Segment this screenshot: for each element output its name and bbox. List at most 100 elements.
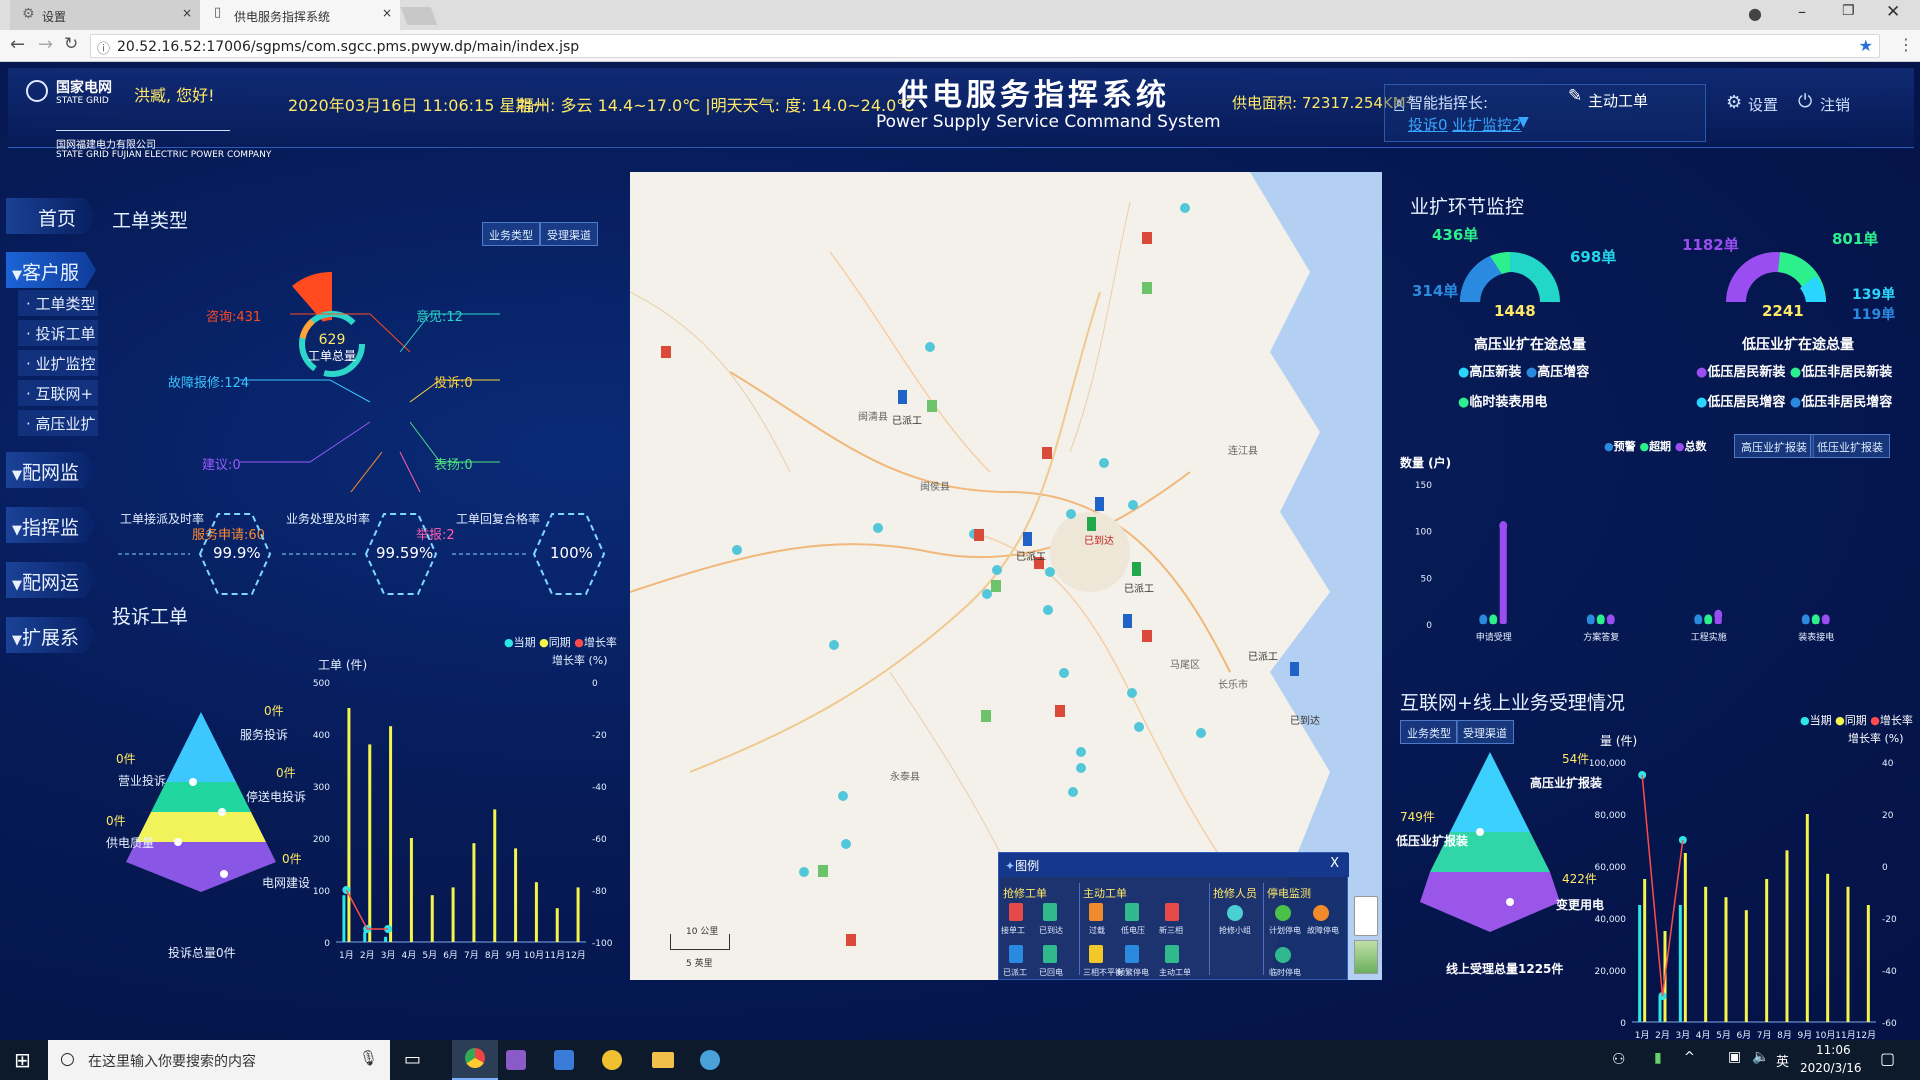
x-tick-label: 3月 bbox=[1675, 1030, 1690, 1040]
internet-channel-button[interactable]: 受理渠道 bbox=[1456, 720, 1514, 744]
task-view-icon[interactable]: ▭ bbox=[404, 1049, 421, 1070]
nav-home[interactable]: 首页 bbox=[6, 198, 96, 234]
legend-icon-active-2 bbox=[1125, 903, 1139, 921]
tab-settings[interactable]: ⚙ 设置 × bbox=[10, 0, 200, 30]
ime-indicator[interactable]: 英 bbox=[1776, 1051, 1789, 1070]
app-icon-2[interactable] bbox=[554, 1050, 574, 1070]
profile-icon[interactable]: ● bbox=[1748, 4, 1762, 23]
business-type-button[interactable]: 业务类型 bbox=[482, 222, 540, 246]
growth-point bbox=[342, 886, 351, 894]
info-icon: ⓘ bbox=[97, 42, 111, 57]
close-icon[interactable]: × bbox=[382, 6, 392, 20]
legend-group-active: 主动工单 bbox=[1083, 887, 1127, 900]
map-legend: ✦图例 X 抢修工单 主动工单 抢修人员 停电监测 接单工 已到达 已派工 已回… bbox=[998, 852, 1349, 980]
close-icon[interactable]: × bbox=[182, 6, 192, 20]
expand-monitor-link[interactable]: 业扩监控2 bbox=[1452, 114, 1522, 135]
notification-icon[interactable]: ▢ bbox=[1880, 1049, 1895, 1068]
legend-dot: ● bbox=[1696, 365, 1708, 380]
volume-icon[interactable]: 🔈 bbox=[1752, 1049, 1769, 1065]
stage-bar-cap bbox=[1811, 614, 1820, 625]
stage-bar-cap bbox=[1606, 614, 1615, 625]
stage-label: 工程实施 bbox=[1691, 631, 1727, 643]
close-window-icon[interactable]: ✕ bbox=[1886, 2, 1900, 22]
x-tick-label: 12月 bbox=[1856, 1030, 1876, 1040]
high-legend: ●高压新装 ●高压增容 ●临时装表用电 bbox=[1458, 358, 1678, 418]
maximize-icon[interactable]: ❐ bbox=[1842, 3, 1855, 19]
logout-button[interactable]: 注销 bbox=[1820, 94, 1850, 115]
microphone-icon[interactable]: 🎙 bbox=[359, 1049, 378, 1067]
y-tick-label: 300 bbox=[313, 783, 330, 793]
nav-sub-internet[interactable]: · 互联网+ bbox=[18, 380, 98, 406]
nav-label: 首页 bbox=[38, 208, 77, 230]
legend-item-active-1: 过载 bbox=[1089, 926, 1105, 935]
map-label-minqing: 闽清县 bbox=[858, 412, 888, 423]
back-icon[interactable]: ← bbox=[10, 34, 25, 55]
legend-current: 当期 bbox=[513, 636, 536, 649]
url-input[interactable]: ⓘ 20.52.16.52:17006/sgpms/com.sgcc.pms.pw… bbox=[90, 34, 1880, 58]
map-legend-close[interactable]: X bbox=[1330, 856, 1339, 871]
nav-distribution-ops[interactable]: ▼配网运营 bbox=[6, 562, 96, 598]
map-layer-switch[interactable] bbox=[1354, 940, 1378, 974]
active-order-button[interactable]: 主动工单 bbox=[1588, 90, 1648, 111]
minimize-icon[interactable]: – bbox=[1798, 2, 1806, 21]
new-tab-button[interactable] bbox=[400, 7, 438, 25]
y-tick-label: 40,000 bbox=[1595, 915, 1627, 925]
bar-prior bbox=[472, 843, 476, 942]
legend-icon-active-5 bbox=[1125, 945, 1139, 963]
map-legend-title: 图例 bbox=[1015, 859, 1040, 873]
map-panel[interactable]: 闽清县 已派工 已派工 已到达 已派工 闽侯县 连江县 永泰县 马尾区 长乐市 … bbox=[630, 172, 1382, 980]
app-icon-4[interactable] bbox=[700, 1050, 720, 1070]
tab-command-system[interactable]: ▯ 供电服务指挥系统 × bbox=[200, 0, 400, 30]
nav-distribution-monitor[interactable]: ▼配网监测 bbox=[6, 452, 96, 488]
low-expand-button[interactable]: 低压业扩报装 bbox=[1810, 434, 1890, 458]
chrome-taskbar-icon[interactable] bbox=[452, 1040, 498, 1080]
complaint-link[interactable]: 投诉0 bbox=[1408, 114, 1448, 135]
bar-prior bbox=[493, 809, 497, 942]
y-tick-label: 60,000 bbox=[1595, 863, 1627, 873]
settings-button[interactable]: 设置 bbox=[1748, 94, 1778, 115]
nav-sub-expand-monitor[interactable]: · 业扩监控 bbox=[18, 350, 98, 376]
nav-sub-complaint[interactable]: · 投诉工单 bbox=[18, 320, 98, 346]
power-icon[interactable]: ⏻ bbox=[1798, 91, 1812, 112]
legend-icon-repair-3 bbox=[1009, 945, 1023, 963]
taskbar-search[interactable]: ○ 在这里输入你要搜索的内容 🎙 bbox=[48, 1040, 390, 1080]
legend-icon-outage-2 bbox=[1313, 905, 1329, 921]
settings-gear-icon[interactable]: ⚙ bbox=[1726, 92, 1742, 113]
app-icon-3[interactable] bbox=[602, 1050, 622, 1070]
bar-prior bbox=[430, 895, 434, 942]
app-icon-1[interactable] bbox=[506, 1050, 526, 1070]
windows-start-icon[interactable]: ⊞ bbox=[14, 1048, 31, 1072]
bookmark-star-icon[interactable]: ★ bbox=[1859, 36, 1873, 55]
x-tick-label: 8月 bbox=[1777, 1030, 1792, 1040]
clock-time[interactable]: 11:06 bbox=[1816, 1043, 1851, 1057]
high-val-3: 314单 bbox=[1412, 282, 1459, 300]
nav-extend[interactable]: ▼扩展系统 bbox=[6, 617, 96, 653]
chevron-up-icon[interactable]: ^ bbox=[1684, 1050, 1695, 1065]
growth-line bbox=[345, 889, 389, 930]
nav-sub-order-type[interactable]: · 工单类型 bbox=[18, 290, 98, 316]
y2-tick-label: -20 bbox=[592, 731, 607, 741]
folder-icon[interactable] bbox=[652, 1052, 674, 1068]
people-icon[interactable]: ⚇ bbox=[1612, 1050, 1625, 1068]
stage-label: 装表接电 bbox=[1798, 631, 1834, 643]
nav-sub-high-voltage[interactable]: · 高压业扩 bbox=[18, 410, 98, 436]
low-val-1: 1182单 bbox=[1682, 236, 1739, 254]
reload-icon[interactable]: ↻ bbox=[64, 34, 78, 54]
legend-dot: ● bbox=[1458, 395, 1470, 410]
nav-sub-label: 工单类型 bbox=[35, 295, 96, 313]
nav-command-monitor[interactable]: ▼指挥监控 bbox=[6, 507, 96, 543]
high-expand-button[interactable]: 高压业扩报装 bbox=[1734, 434, 1814, 458]
x-tick-label: 5月 bbox=[422, 950, 437, 961]
nav-customer-service[interactable]: ▼客户服务 bbox=[6, 252, 96, 288]
map-zoom-control[interactable] bbox=[1354, 896, 1378, 936]
clock-date[interactable]: 2020/3/16 bbox=[1800, 1061, 1862, 1075]
dropdown-icon[interactable]: ▼ bbox=[1518, 114, 1529, 130]
bar-prior bbox=[534, 882, 538, 942]
internet-business-button[interactable]: 业务类型 bbox=[1400, 720, 1458, 744]
complaint-y2label: 增长率 (%) bbox=[552, 654, 608, 667]
menu-icon[interactable]: ⋮ bbox=[1898, 35, 1914, 54]
network-icon[interactable]: ▣ bbox=[1728, 1049, 1741, 1065]
forward-icon[interactable]: → bbox=[38, 34, 53, 55]
channel-button[interactable]: 受理渠道 bbox=[540, 222, 598, 246]
x-tick-label: 4月 bbox=[402, 950, 417, 961]
